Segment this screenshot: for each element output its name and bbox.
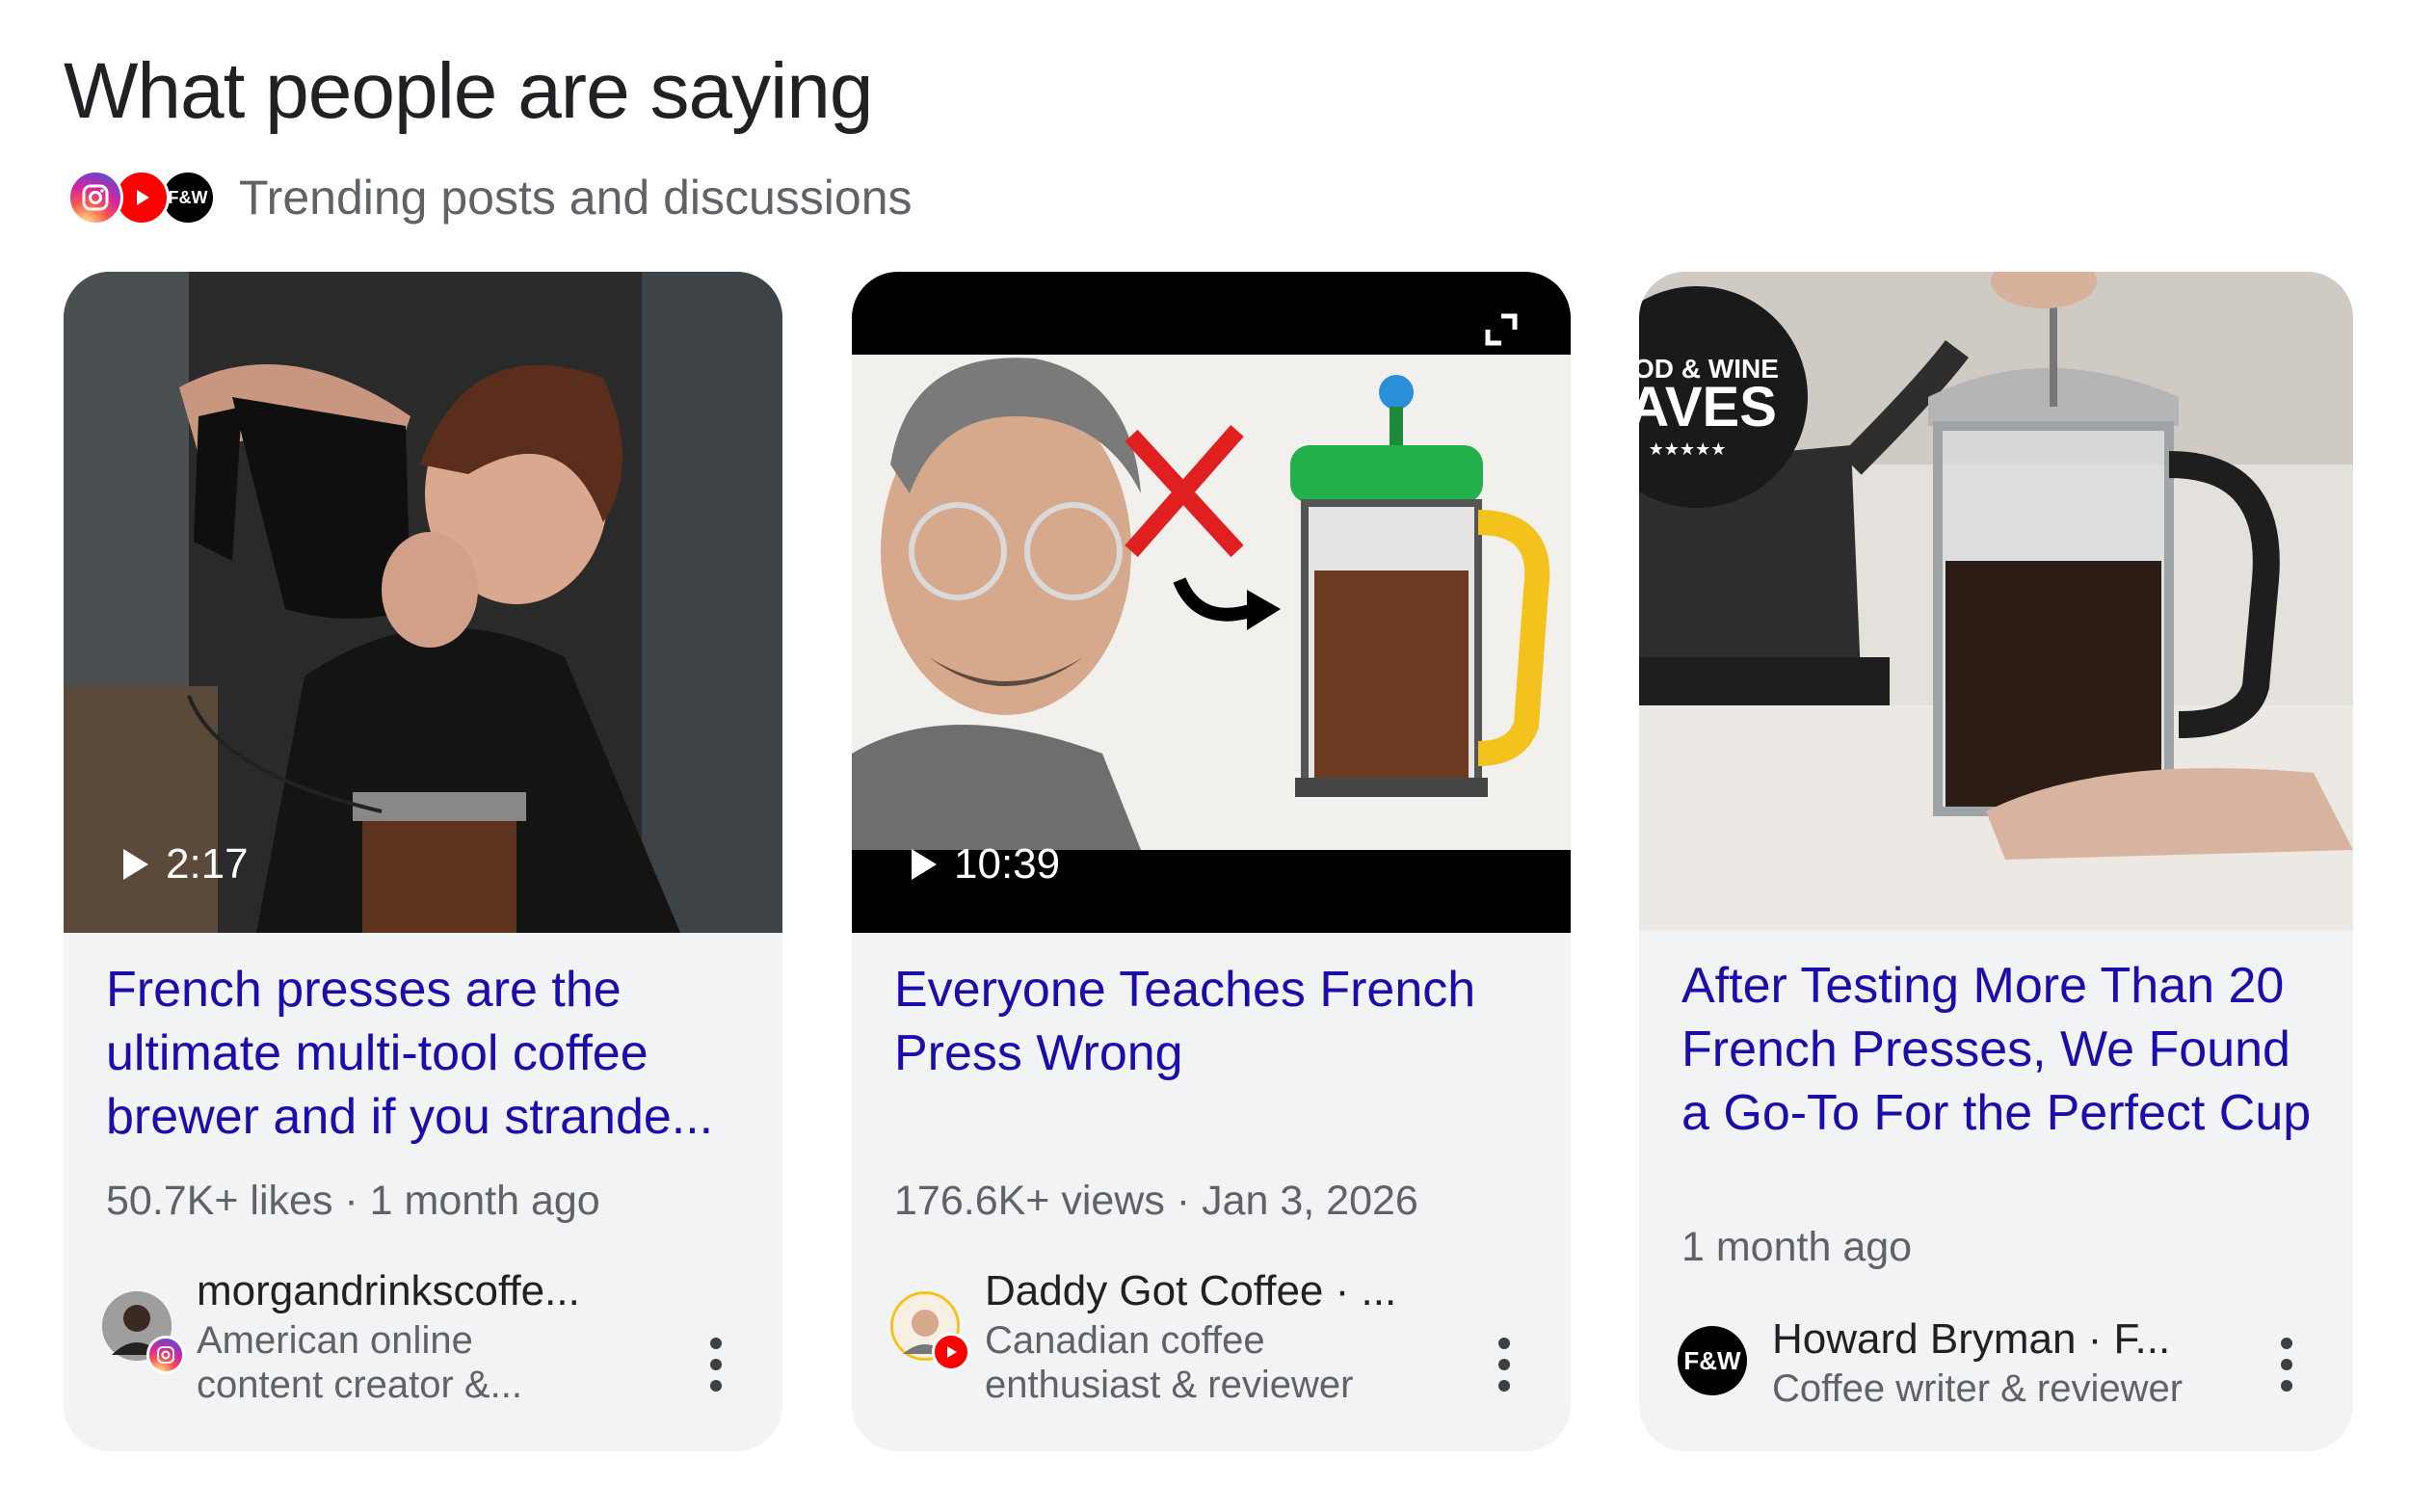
instagram-icon: [146, 1336, 185, 1374]
author-description: Canadian coffee enthusiast & reviewer: [985, 1319, 1354, 1406]
avatar: [102, 1291, 185, 1374]
author-name: Howard Bryman · F...: [1772, 1315, 2171, 1363]
youtube-icon: [932, 1333, 970, 1371]
video-thumbnail[interactable]: 2:17: [64, 272, 782, 933]
source-icons: F&W: [67, 166, 222, 229]
post-meta: 1 month ago: [1681, 1224, 1913, 1270]
post-title-link[interactable]: After Testing More Than 20 French Presse…: [1681, 954, 2315, 1145]
article-thumbnail[interactable]: FOOD & WINE FAVES ★★★★★: [1639, 272, 2353, 931]
expand-icon[interactable]: [1482, 310, 1521, 349]
post-title-link[interactable]: Everyone Teaches French Press Wrong: [894, 958, 1532, 1085]
section-subtitle: Trending posts and discussions: [239, 171, 913, 225]
post-card[interactable]: FOOD & WINE FAVES ★★★★★ After Testing Mo…: [1639, 272, 2353, 1451]
badge-line2: FAVES: [1639, 376, 1777, 438]
more-options-icon[interactable]: [709, 1338, 723, 1392]
author-row[interactable]: morgandrinkscoffe... American online con…: [102, 1264, 601, 1407]
badge-stars: ★★★★★: [1649, 439, 1727, 459]
section-title: What people are saying: [64, 47, 874, 135]
post-card[interactable]: 10:39 Everyone Teaches French Press Wron…: [852, 272, 1571, 1451]
author-description: American online content creator &...: [197, 1319, 522, 1406]
people-saying-module: What people are saying F&W Trending post…: [0, 0, 2409, 1512]
author-name: Daddy Got Coffee · ...: [985, 1267, 1397, 1314]
author-row[interactable]: Daddy Got Coffee · ... Canadian coffee e…: [890, 1264, 1399, 1407]
section-subtitle-row: F&W Trending posts and discussions: [67, 164, 913, 231]
author-name: morgandrinkscoffe...: [197, 1267, 580, 1314]
post-meta: 50.7K+ likes · 1 month ago: [106, 1178, 600, 1224]
video-duration: 10:39: [912, 840, 1060, 889]
avatar: [890, 1291, 970, 1371]
post-title-link[interactable]: French presses are the ultimate multi-to…: [106, 958, 744, 1149]
author-description: Coffee writer & reviewer: [1772, 1367, 2184, 1410]
video-duration: 2:17: [123, 840, 249, 889]
play-icon: [912, 849, 937, 880]
post-card[interactable]: 2:17 French presses are the ultimate mul…: [64, 272, 782, 1451]
video-thumbnail[interactable]: 10:39: [852, 272, 1571, 933]
more-options-icon[interactable]: [1497, 1338, 1511, 1392]
avatar: F&W: [1678, 1326, 1747, 1395]
instagram-icon: [67, 170, 123, 225]
play-icon: [123, 849, 148, 880]
author-row[interactable]: F&W Howard Bryman · F... Coffee writer &…: [1678, 1313, 2235, 1411]
post-meta: 176.6K+ views · Jan 3, 2026: [894, 1178, 1418, 1224]
more-options-icon[interactable]: [2280, 1338, 2293, 1392]
